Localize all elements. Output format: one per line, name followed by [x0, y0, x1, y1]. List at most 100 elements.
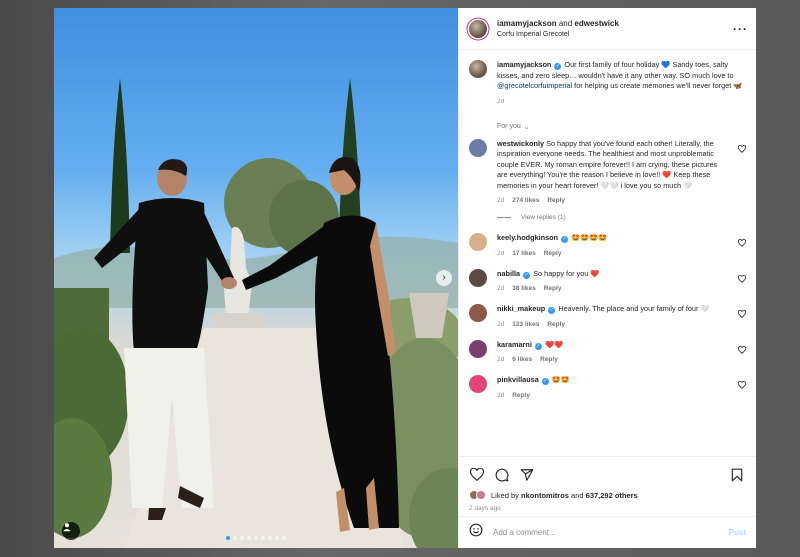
liked-by-text: Liked by nkontomitros and 637,292 others: [491, 491, 638, 500]
comment-text: westwickonly So happy that you've found …: [497, 139, 728, 192]
caption-time[interactable]: 2d: [497, 98, 504, 105]
liked-by-row: Liked by nkontomitros and 637,292 others: [469, 490, 744, 500]
comment-like-button[interactable]: [737, 310, 747, 320]
comment-container: westwickonly So happy that you've found …: [469, 138, 747, 399]
carousel-dots: [54, 536, 458, 540]
comment-item: keely.hodgkinson ✓ 🤩🤩🤩🤩 2d 17 likes Reply: [469, 233, 747, 257]
emoji-button[interactable]: [469, 523, 483, 542]
tagged-users-button[interactable]: [62, 522, 80, 540]
comment-likes[interactable]: 6 likes: [512, 356, 532, 363]
comment-time[interactable]: 2d: [497, 250, 504, 257]
comment-likes[interactable]: 123 likes: [512, 321, 539, 328]
comment-content: 🤩🤩🤩🤩: [571, 233, 608, 242]
like-button[interactable]: [469, 467, 484, 482]
comment-item: nikki_makeup ✓ Heavenly. The place and y…: [469, 304, 747, 328]
carousel-dot: [240, 536, 244, 540]
comment-reply-button[interactable]: Reply: [544, 285, 562, 292]
comment-username[interactable]: karamarni: [497, 340, 532, 349]
verified-badge-icon: ✓: [523, 271, 531, 279]
caption-avatar[interactable]: [469, 60, 487, 78]
comment-like-button[interactable]: [737, 274, 747, 285]
comment-text: keely.hodgkinson ✓ 🤩🤩🤩🤩: [497, 233, 728, 244]
comment-reply-button[interactable]: Reply: [544, 250, 562, 257]
comment-like-button[interactable]: [737, 144, 747, 155]
carousel-dot: [254, 536, 258, 540]
liked-by-user[interactable]: nkontomitros: [521, 491, 569, 500]
view-replies-button[interactable]: View replies (1): [497, 214, 746, 221]
carousel-dot: [282, 536, 286, 540]
comment-likes[interactable]: 17 likes: [512, 250, 536, 257]
comment-avatar[interactable]: [469, 375, 487, 393]
more-horizontal-icon: ···: [733, 21, 748, 36]
comment-like-button[interactable]: [737, 239, 747, 249]
carousel-dot: [233, 536, 237, 540]
likes-others-link[interactable]: 637,292 others: [586, 491, 638, 500]
add-comment-input[interactable]: [493, 528, 729, 537]
post-header-text: iamamyjackson and edwestwick Corfu Imper…: [497, 19, 733, 38]
chevron-down-icon: ⌄: [523, 123, 530, 131]
comment-like-button[interactable]: [737, 381, 747, 391]
comment-username[interactable]: pinkvillausa: [497, 375, 539, 384]
comments-list[interactable]: iamamyjackson ✓ Our first family of four…: [459, 50, 756, 456]
comment-button[interactable]: [494, 467, 509, 482]
comment-avatar[interactable]: [469, 138, 487, 157]
comment-time[interactable]: 2d: [497, 356, 504, 363]
comment-username[interactable]: westwickonly: [497, 139, 544, 148]
carousel-dot: [261, 536, 265, 540]
post-date[interactable]: 2 days ago: [469, 505, 744, 512]
share-button[interactable]: [519, 467, 534, 482]
comment-likes[interactable]: 38 likes: [512, 285, 536, 292]
comment-time[interactable]: 2d: [497, 285, 504, 292]
authors-connector: and: [558, 19, 573, 28]
liked-by-and: and: [571, 490, 584, 500]
comment-username[interactable]: keely.hodgkinson: [497, 233, 558, 242]
post-modal: › iamamyjackson and edwestwick Corfu Imp…: [54, 8, 756, 548]
comment-sort-dropdown[interactable]: For you ⌄: [497, 123, 746, 131]
post-authors: iamamyjackson and edwestwick: [497, 19, 733, 28]
comment-time[interactable]: 2d: [497, 321, 504, 328]
collaborator-username[interactable]: edwestwick: [574, 19, 618, 28]
comment-avatar[interactable]: [469, 304, 487, 322]
comment-avatar[interactable]: [469, 233, 487, 251]
photo-illustration: [54, 78, 458, 548]
heart-icon: [737, 310, 747, 318]
heart-icon: [737, 381, 747, 389]
user-icon: [63, 523, 71, 532]
comment-text: pinkvillausa ✓ 🤩🤩: [497, 375, 728, 386]
chevron-right-icon: ›: [442, 272, 446, 283]
post-caption: iamamyjackson ✓ Our first family of four…: [469, 60, 746, 105]
carousel-dot: [226, 536, 230, 540]
comment-body: nikki_makeup ✓ Heavenly. The place and y…: [497, 304, 746, 328]
comment-meta: 2d 38 likes Reply: [497, 285, 728, 292]
comment-time[interactable]: 2d: [497, 392, 504, 399]
comment-like-button[interactable]: [737, 345, 747, 356]
author-username[interactable]: iamamyjackson: [497, 19, 557, 28]
more-options-button[interactable]: ···: [733, 22, 748, 36]
verified-badge-icon: ✓: [554, 63, 562, 70]
heart-icon: [737, 239, 747, 247]
save-button[interactable]: [729, 467, 744, 482]
comment-username[interactable]: nikki_makeup: [497, 304, 545, 313]
comment-avatar[interactable]: [469, 268, 487, 287]
comment-username[interactable]: nabilla: [497, 269, 520, 278]
comment-avatar[interactable]: [469, 339, 487, 358]
comment-reply-button[interactable]: Reply: [547, 197, 565, 204]
post-comment-button[interactable]: Post: [729, 528, 746, 537]
caption-mention-link[interactable]: @grecotelcorfuimperial: [497, 81, 572, 90]
carousel-next-button[interactable]: ›: [436, 270, 452, 286]
comment-meta: 2d 274 likes Reply: [497, 197, 728, 204]
liked-by-prefix: Liked by: [491, 490, 519, 500]
comment-reply-button[interactable]: Reply: [540, 356, 558, 363]
comment-reply-button[interactable]: Reply: [512, 392, 530, 399]
comment-reply-button[interactable]: Reply: [547, 321, 565, 328]
comment-icon: [495, 468, 508, 481]
post-photo[interactable]: ›: [54, 8, 458, 548]
comment-meta: 2d 17 likes Reply: [497, 250, 728, 257]
author-avatar[interactable]: [469, 19, 487, 38]
caption-username[interactable]: iamamyjackson: [497, 60, 551, 69]
post-location[interactable]: Corfu Imperial Grecotel: [497, 31, 733, 38]
post-actions: Liked by nkontomitros and 637,292 others…: [459, 456, 756, 516]
comment-likes[interactable]: 274 likes: [512, 197, 539, 204]
comment-time[interactable]: 2d: [497, 197, 504, 204]
comment-content: ❤️❤️: [544, 339, 564, 349]
